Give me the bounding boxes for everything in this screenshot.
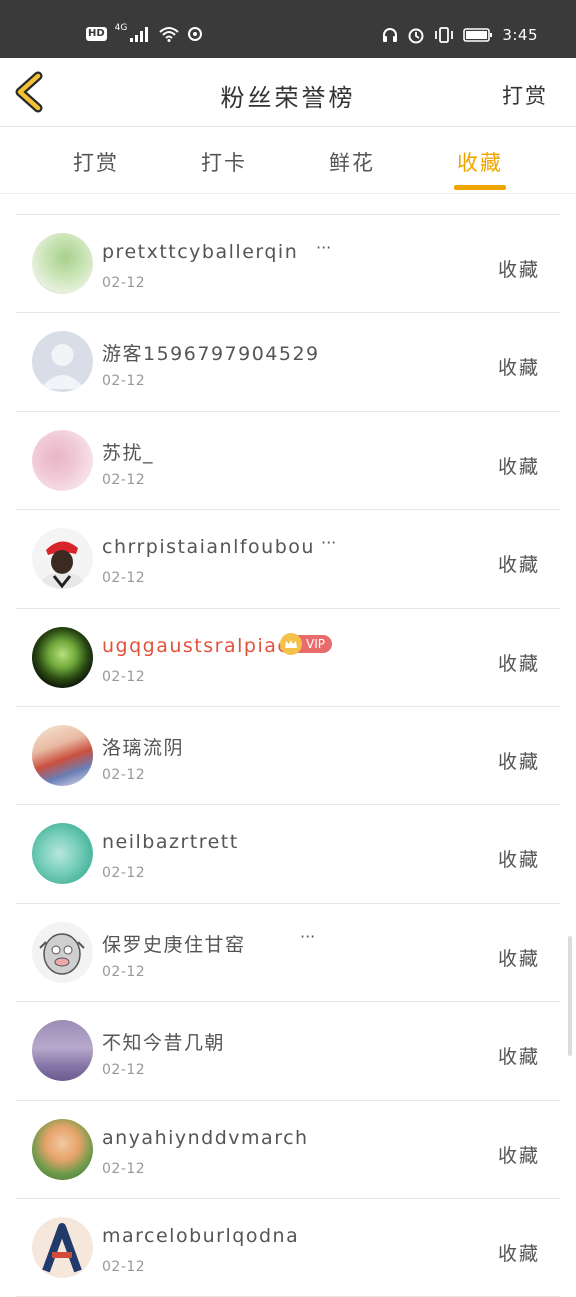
name-overflow-indicator: ··· xyxy=(316,238,332,257)
tab-bar: 打赏 打卡 鲜花 收藏 xyxy=(0,127,576,194)
hd-badge: HD xyxy=(86,27,107,41)
tab-favorites[interactable]: 收藏 xyxy=(435,147,525,177)
favorite-label: 收藏 xyxy=(497,357,540,380)
user-name: neilbazrtrett xyxy=(102,831,239,854)
name-overflow-indicator: ··· xyxy=(321,533,337,553)
user-name: 不知今昔几朝 xyxy=(102,1032,226,1055)
list-item[interactable]: 洛璃流阴 02-12 收藏 xyxy=(16,707,560,806)
sync-icon xyxy=(188,27,203,41)
favorite-label: 收藏 xyxy=(497,750,540,773)
user-name: 苏扰_ xyxy=(102,441,155,464)
user-name: chrrpistaianlfoubou xyxy=(102,536,315,559)
crown-icon xyxy=(280,632,302,655)
avatar xyxy=(32,233,93,294)
date: 02-12 xyxy=(102,471,146,488)
network-type: 4G xyxy=(114,23,128,33)
favorite-label: 收藏 xyxy=(497,1046,540,1069)
favorite-label: 收藏 xyxy=(497,947,540,970)
vip-badge: VIP xyxy=(280,632,332,655)
user-name: marceloburlqodna xyxy=(102,1224,300,1247)
header-bar: 粉丝荣誉榜 打赏 xyxy=(0,58,576,127)
avatar xyxy=(32,1020,93,1082)
tab-flowers[interactable]: 鲜花 xyxy=(307,147,397,177)
user-name: 游客1596797904529 xyxy=(102,343,320,366)
page-title: 粉丝荣誉榜 xyxy=(220,84,356,112)
favorite-label: 收藏 xyxy=(497,652,540,675)
favorite-label: 收藏 xyxy=(497,259,540,281)
avatar xyxy=(32,626,93,688)
list-item-partial xyxy=(16,194,560,215)
user-name: pretxttcyballerqin xyxy=(102,241,299,263)
list-item[interactable]: anyahiynddvmarch 02-12 收藏 xyxy=(16,1101,560,1199)
user-name: anyahiynddvmarch xyxy=(102,1126,309,1149)
date: 02-12 xyxy=(102,865,146,882)
signal-icon xyxy=(130,27,149,42)
list-item[interactable]: 不知今昔几朝 02-12 收藏 xyxy=(16,1002,560,1101)
scrollbar[interactable] xyxy=(568,936,572,1056)
favorite-label: 收藏 xyxy=(497,554,540,577)
date: 02-12 xyxy=(102,373,146,390)
avatar xyxy=(32,528,93,590)
list-item[interactable]: 保罗史庚住甘窑 ··· 02-12 收藏 xyxy=(16,904,560,1003)
avatar xyxy=(32,921,93,983)
wifi-icon xyxy=(159,27,180,42)
favorite-label: 收藏 xyxy=(497,1242,540,1265)
alarm-icon xyxy=(408,28,424,44)
list-item[interactable]: pretxttcyballerqin ··· 02-12 收藏 xyxy=(16,215,560,314)
date: 02-12 xyxy=(102,766,146,783)
favorite-label: 收藏 xyxy=(497,849,540,872)
user-name: ugqgaustsralpiae xyxy=(102,634,291,657)
date: 02-12 xyxy=(102,275,146,291)
name-overflow-indicator: ··· xyxy=(300,926,316,946)
tab-reward[interactable]: 打赏 xyxy=(51,147,141,177)
date: 02-12 xyxy=(102,1160,146,1177)
list-item[interactable]: 游客1596797904529 02-12 收藏 xyxy=(16,313,560,412)
favorite-label: 收藏 xyxy=(497,455,540,478)
list-item[interactable]: neilbazrtrett 02-12 收藏 xyxy=(16,805,560,904)
status-right: 3:45 xyxy=(382,26,538,44)
tab-active-indicator xyxy=(454,185,506,190)
avatar xyxy=(32,331,93,393)
cartoon-avatar xyxy=(39,932,85,975)
list-item[interactable]: ugqgaustsralpiae VIP 02-12 收藏 xyxy=(16,609,560,707)
list-item[interactable]: chrrpistaianlfoubou ··· 02-12 收藏 xyxy=(16,510,560,609)
date: 02-12 xyxy=(102,963,146,980)
battery-icon xyxy=(463,28,493,42)
status-bar: HD 4G 3:45 xyxy=(0,0,576,58)
list-item[interactable]: 苏扰_ 02-12 收藏 xyxy=(16,412,560,511)
avatar xyxy=(32,429,93,491)
tab-checkin[interactable]: 打卡 xyxy=(179,147,269,177)
favorite-label: 收藏 xyxy=(497,1144,540,1167)
status-left: HD 4G xyxy=(86,23,203,42)
status-time: 3:45 xyxy=(502,26,538,44)
date: 02-12 xyxy=(102,1258,146,1275)
avatar xyxy=(32,724,93,786)
vibrate-icon xyxy=(435,27,454,43)
date: 02-12 xyxy=(102,570,146,587)
default-user-icon xyxy=(40,344,85,390)
avatar xyxy=(32,823,93,885)
avatar xyxy=(32,1216,93,1278)
user-name: 洛璃流阴 xyxy=(102,736,185,759)
fan-list: pretxttcyballerqin ··· 02-12 收藏 游客159679… xyxy=(0,194,576,1297)
reward-button[interactable]: 打赏 xyxy=(502,80,548,110)
letter-avatar xyxy=(42,1222,82,1273)
date: 02-12 xyxy=(102,668,146,685)
avatar-figure xyxy=(38,541,88,590)
date: 02-12 xyxy=(102,1062,146,1079)
headset-icon xyxy=(383,28,398,42)
list-item[interactable]: marceloburlqodna 02-12 收藏 xyxy=(16,1199,560,1297)
user-name: 保罗史庚住甘窑 xyxy=(102,933,246,956)
avatar xyxy=(32,1118,93,1180)
